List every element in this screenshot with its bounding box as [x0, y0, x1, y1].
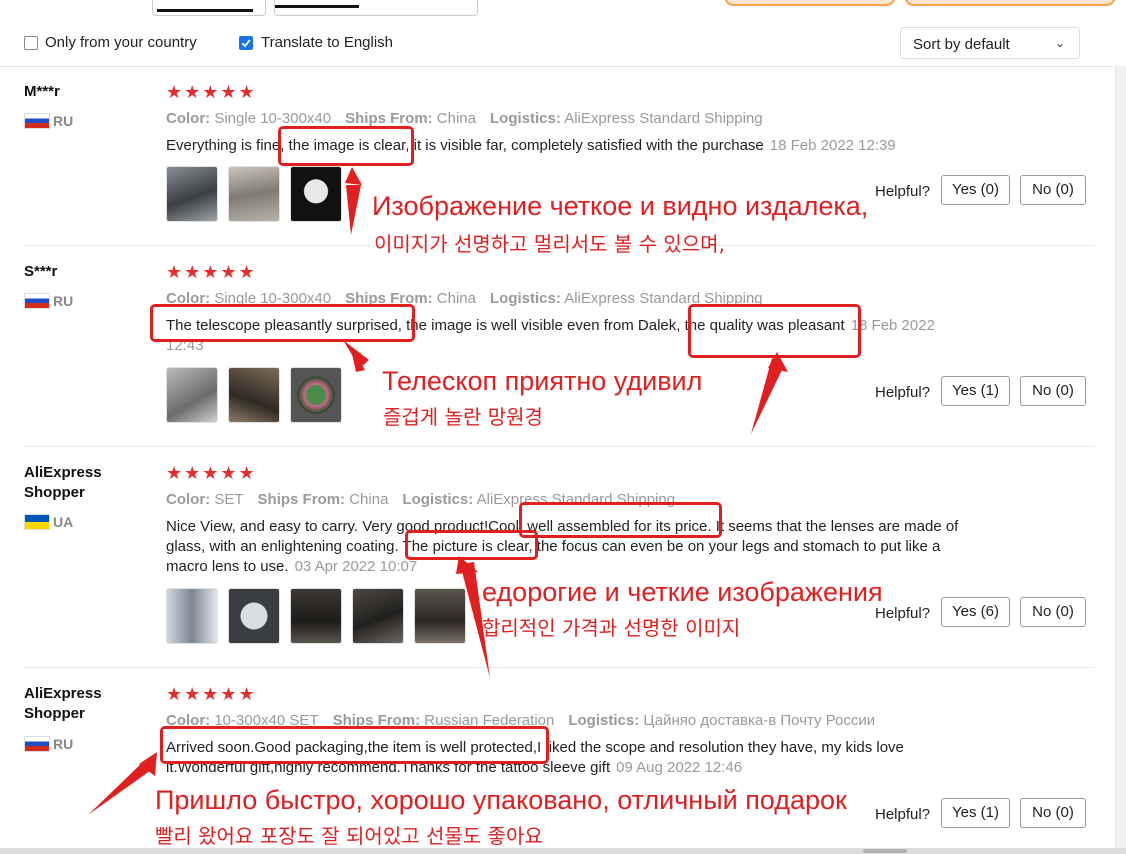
vertical-scrollbar[interactable]: [1115, 66, 1126, 854]
annotation-arrows: [88, 167, 788, 815]
arrow-icon: [456, 556, 478, 574]
arrow-icon: [346, 185, 361, 235]
arrow-icon: [88, 760, 154, 815]
annotation-korean: 합리적인 가격과 선명한 이미지: [482, 616, 741, 640]
annotation-korean: 이미지가 선명하고 멀리서도 볼 수 있으며,: [374, 232, 725, 256]
annotation-russian: Телескоп приятно удивил: [382, 366, 703, 396]
arrow-icon: [345, 167, 362, 185]
annotation-korean: 빨리 왔어요 포장도 잘 되어있고 선물도 좋아요: [155, 824, 543, 848]
annotation-russian: Изображение четкое и видно издалека,: [372, 191, 869, 221]
annotation-russian: едорогие и четкие изображения: [482, 577, 883, 607]
horizontal-scrollbar[interactable]: [0, 848, 1126, 854]
scrollbar-thumb[interactable]: [862, 848, 908, 854]
annotation-korean: 즐겁게 놀란 망원경: [383, 405, 543, 429]
annotation-russian: Пришло быстро, хорошо упаковано, отличны…: [155, 785, 847, 815]
